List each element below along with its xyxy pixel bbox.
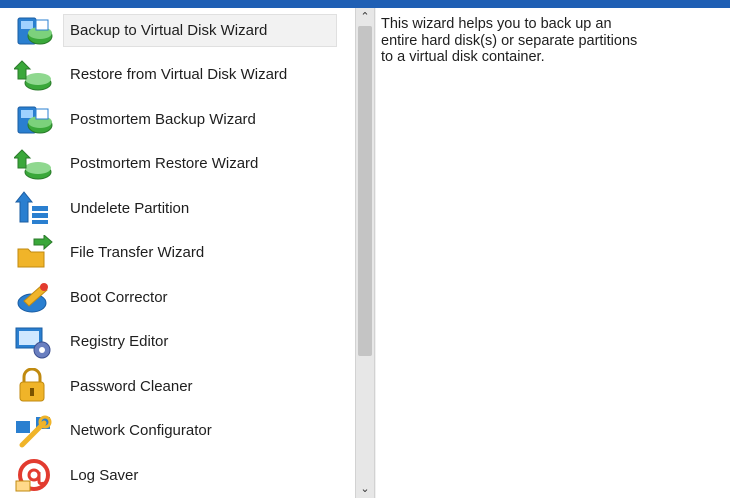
wizard-list-scrollbar[interactable]: ⌃ ⌄ <box>355 8 375 498</box>
list-item-label: Registry Editor <box>70 333 169 351</box>
wizard-window: Backup to Virtual Disk Wizard Restore fr… <box>0 8 730 498</box>
list-item-label: Log Saver <box>70 466 139 484</box>
list-item-restore-virtual-disk[interactable]: Restore from Virtual Disk Wizard <box>0 53 355 98</box>
boot-corrector-icon <box>14 279 54 315</box>
list-item-network-configurator[interactable]: Network Configurator <box>0 409 355 454</box>
wizard-description: This wizard helps you to back up an enti… <box>381 16 711 66</box>
undelete-partition-icon <box>14 190 54 226</box>
wizard-list-pane: Backup to Virtual Disk Wizard Restore fr… <box>0 8 356 498</box>
wizard-list: Backup to Virtual Disk Wizard Restore fr… <box>0 8 355 498</box>
list-item-label: Postmortem Backup Wizard <box>70 110 256 128</box>
list-item-boot-corrector[interactable]: Boot Corrector <box>0 275 355 320</box>
scroll-down-icon[interactable]: ⌄ <box>356 480 374 498</box>
list-item-password-cleaner[interactable]: Password Cleaner <box>0 364 355 409</box>
list-item-log-saver[interactable]: Log Saver <box>0 453 355 498</box>
network-wrench-icon <box>14 413 54 449</box>
registry-gear-icon <box>14 324 54 360</box>
padlock-icon <box>14 367 54 404</box>
folder-transfer-icon <box>14 233 54 271</box>
description-line: This wizard helps you to back up an <box>381 16 612 32</box>
description-line: entire hard disk(s) or separate partitio… <box>381 32 638 49</box>
list-item-label: Undelete Partition <box>70 199 190 217</box>
log-email-icon <box>14 457 54 493</box>
postmortem-backup-icon <box>14 101 54 137</box>
list-item-registry-editor[interactable]: Registry Editor <box>0 320 355 365</box>
description-pane: This wizard helps you to back up an enti… <box>376 8 730 498</box>
list-item-postmortem-backup[interactable]: Postmortem Backup Wizard <box>0 97 355 142</box>
scrollbar-thumb[interactable] <box>358 26 372 356</box>
list-item-label: Restore from Virtual Disk Wizard <box>70 66 288 84</box>
list-item-label: Backup to Virtual Disk Wizard <box>70 21 268 39</box>
restore-disk-icon <box>12 57 54 93</box>
postmortem-restore-icon <box>12 146 54 182</box>
list-item-file-transfer[interactable]: File Transfer Wizard <box>0 231 355 276</box>
list-item-label: Password Cleaner <box>70 377 193 395</box>
list-item-label: Network Configurator <box>70 422 212 440</box>
list-item-label: Postmortem Restore Wizard <box>70 155 259 173</box>
description-line: to a virtual disk container. <box>381 49 545 65</box>
list-item-label: File Transfer Wizard <box>70 244 205 262</box>
list-item-label: Boot Corrector <box>70 288 168 306</box>
list-item-undelete-partition[interactable]: Undelete Partition <box>0 186 355 231</box>
scroll-up-icon[interactable]: ⌃ <box>356 8 374 26</box>
backup-disk-icon <box>14 12 54 48</box>
list-item-backup-virtual-disk[interactable]: Backup to Virtual Disk Wizard <box>0 8 355 53</box>
list-item-postmortem-restore[interactable]: Postmortem Restore Wizard <box>0 142 355 187</box>
